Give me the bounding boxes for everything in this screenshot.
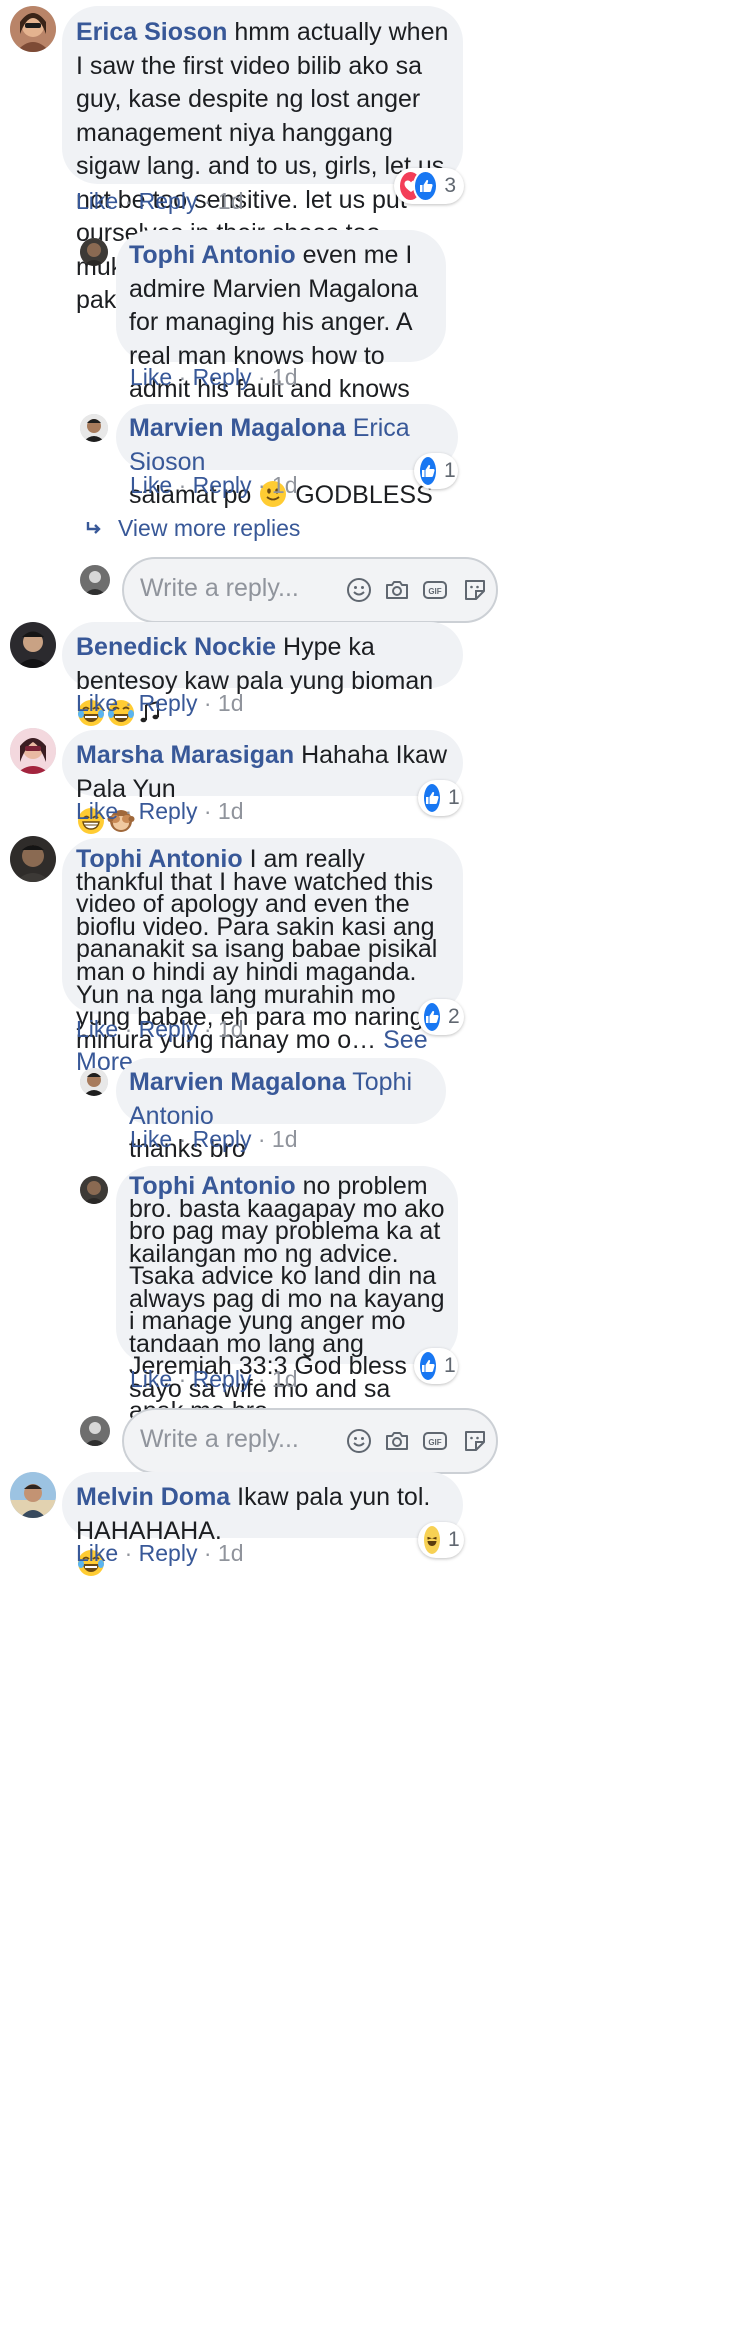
reply-input[interactable]: Write a reply... <box>122 1408 498 1474</box>
reply-author[interactable]: Marvien Magalona <box>129 414 346 442</box>
gif-icon[interactable] <box>421 576 449 604</box>
timestamp[interactable]: 1d <box>218 188 244 214</box>
like-link[interactable]: Like <box>76 690 118 716</box>
like-link[interactable]: Like <box>130 1126 172 1152</box>
avatar-erica-sioson[interactable] <box>10 6 56 52</box>
reaction-summary[interactable]: 1 <box>418 780 462 816</box>
reply-bubble: Marvien Magalona Erica Sioson salamat po… <box>116 404 458 509</box>
like-reaction-icon <box>422 1001 442 1033</box>
like-reaction-icon <box>413 170 439 202</box>
timestamp[interactable]: 1d <box>272 472 298 498</box>
reply-input-placeholder: Write a reply... <box>140 574 299 602</box>
like-reaction-icon <box>422 782 442 814</box>
timestamp[interactable]: 1d <box>218 690 244 716</box>
reply-input[interactable]: Write a reply... <box>122 557 498 623</box>
like-reaction-icon <box>418 1350 438 1382</box>
timestamp[interactable]: 1d <box>218 1016 244 1042</box>
comment-actions: Like · Reply · 1d <box>76 690 244 716</box>
sticker-icon[interactable] <box>461 576 489 604</box>
reply-text-tail: GODBLESS <box>295 481 433 509</box>
emoji-icon[interactable] <box>345 576 373 604</box>
timestamp[interactable]: 1d <box>272 1126 298 1152</box>
reply-link[interactable]: Reply <box>193 1366 252 1392</box>
reply-bubble: Tophi Antonio even me I admire Marvien M… <box>116 230 446 437</box>
timestamp[interactable]: 1d <box>272 364 298 390</box>
reaction-summary[interactable]: 1 <box>414 1348 458 1384</box>
reply-link[interactable]: Reply <box>193 1126 252 1152</box>
reply-link[interactable]: Reply <box>139 690 198 716</box>
comment-actions: Like · Reply · 1d <box>76 188 244 214</box>
timestamp[interactable]: 1d <box>218 798 244 824</box>
comment-bubble: Benedick Nockie Hype ka bentesoy kaw pal… <box>62 622 463 688</box>
like-link[interactable]: Like <box>76 1016 118 1042</box>
reply-link[interactable]: Reply <box>193 364 252 390</box>
reaction-count: 1 <box>448 786 460 809</box>
reply-bubble: Marvien Magalona Tophi Antonio thanks br… <box>116 1058 446 1163</box>
comment-author[interactable]: Marsha Marasigan <box>76 741 294 769</box>
current-user-avatar <box>80 1416 110 1446</box>
avatar-tophi-antonio[interactable] <box>10 836 56 882</box>
reaction-summary[interactable]: 2 <box>418 999 464 1035</box>
comment-actions: Like · Reply · 1d <box>76 1540 244 1566</box>
reply-link[interactable]: Reply <box>193 472 252 498</box>
like-reaction-icon <box>418 455 438 487</box>
reply-actions: Like · Reply · 1d <box>130 1366 298 1392</box>
avatar-melvin-doma[interactable] <box>10 1472 56 1518</box>
reaction-summary[interactable]: 3 <box>394 168 464 204</box>
sticker-icon[interactable] <box>461 1427 489 1455</box>
comment-author[interactable]: Erica Sioson <box>76 18 227 46</box>
reply-actions: Like · Reply · 1d <box>130 364 298 390</box>
camera-icon[interactable] <box>383 1427 411 1455</box>
like-link[interactable]: Like <box>76 188 118 214</box>
reply-bubble: Tophi Antonio no problem bro. basta kaag… <box>116 1166 458 1424</box>
comment-author[interactable]: Melvin Doma <box>76 1483 230 1511</box>
like-link[interactable]: Like <box>130 1366 172 1392</box>
timestamp[interactable]: 1d <box>218 1540 244 1566</box>
camera-icon[interactable] <box>383 576 411 604</box>
reaction-summary[interactable]: 1 <box>414 453 458 489</box>
reply-actions: Like · Reply · 1d <box>130 1126 298 1152</box>
avatar-tophi-antonio[interactable] <box>80 1176 108 1204</box>
like-link[interactable]: Like <box>130 364 172 390</box>
reply-arrow-icon <box>86 521 101 534</box>
reaction-count: 1 <box>444 459 456 482</box>
reply-input-placeholder: Write a reply... <box>140 1425 299 1453</box>
reply-author[interactable]: Marvien Magalona <box>129 1068 346 1096</box>
timestamp[interactable]: 1d <box>272 1366 298 1392</box>
avatar-marsha-marasigan[interactable] <box>10 728 56 774</box>
reaction-summary[interactable]: 1 <box>418 1522 464 1558</box>
comment-bubble: Marsha Marasigan Hahaha Ikaw Pala Yun <box>62 730 463 796</box>
reply-link[interactable]: Reply <box>139 1540 198 1566</box>
reaction-count: 3 <box>444 174 456 197</box>
reaction-count: 2 <box>448 1005 460 1028</box>
haha-reaction-icon <box>422 1524 442 1556</box>
reply-author[interactable]: Tophi Antonio <box>129 241 296 269</box>
reaction-count: 1 <box>448 1528 460 1551</box>
comment-bubble: Tophi Antonio I am really thankful that … <box>62 838 463 1075</box>
comment-actions: Like · Reply · 1d <box>76 798 244 824</box>
comment-bubble: Melvin Doma Ikaw pala yun tol. HAHAHAHA. <box>62 1472 463 1538</box>
view-more-replies-label: View more replies <box>118 515 301 541</box>
like-link[interactable]: Like <box>76 798 118 824</box>
emoji-icon[interactable] <box>345 1427 373 1455</box>
like-link[interactable]: Like <box>76 1540 118 1566</box>
reply-link[interactable]: Reply <box>139 188 198 214</box>
gif-icon[interactable] <box>421 1427 449 1455</box>
avatar-marvien-magalona[interactable] <box>80 1068 108 1096</box>
avatar-benedick-nockie[interactable] <box>10 622 56 668</box>
reply-link[interactable]: Reply <box>139 798 198 824</box>
like-link[interactable]: Like <box>130 472 172 498</box>
comment-author[interactable]: Benedick Nockie <box>76 633 276 661</box>
reply-link[interactable]: Reply <box>139 1016 198 1042</box>
reply-actions: Like · Reply · 1d <box>130 472 298 498</box>
comment-bubble: Erica Sioson hmm actually when I saw the… <box>62 6 463 314</box>
reaction-count: 1 <box>444 1354 456 1377</box>
comment-actions: Like · Reply · 1d <box>76 1016 244 1042</box>
current-user-avatar <box>80 565 110 595</box>
avatar-marvien-magalona[interactable] <box>80 414 108 442</box>
avatar-tophi-antonio[interactable] <box>80 238 108 266</box>
view-more-replies-link[interactable]: View more replies <box>84 515 300 542</box>
